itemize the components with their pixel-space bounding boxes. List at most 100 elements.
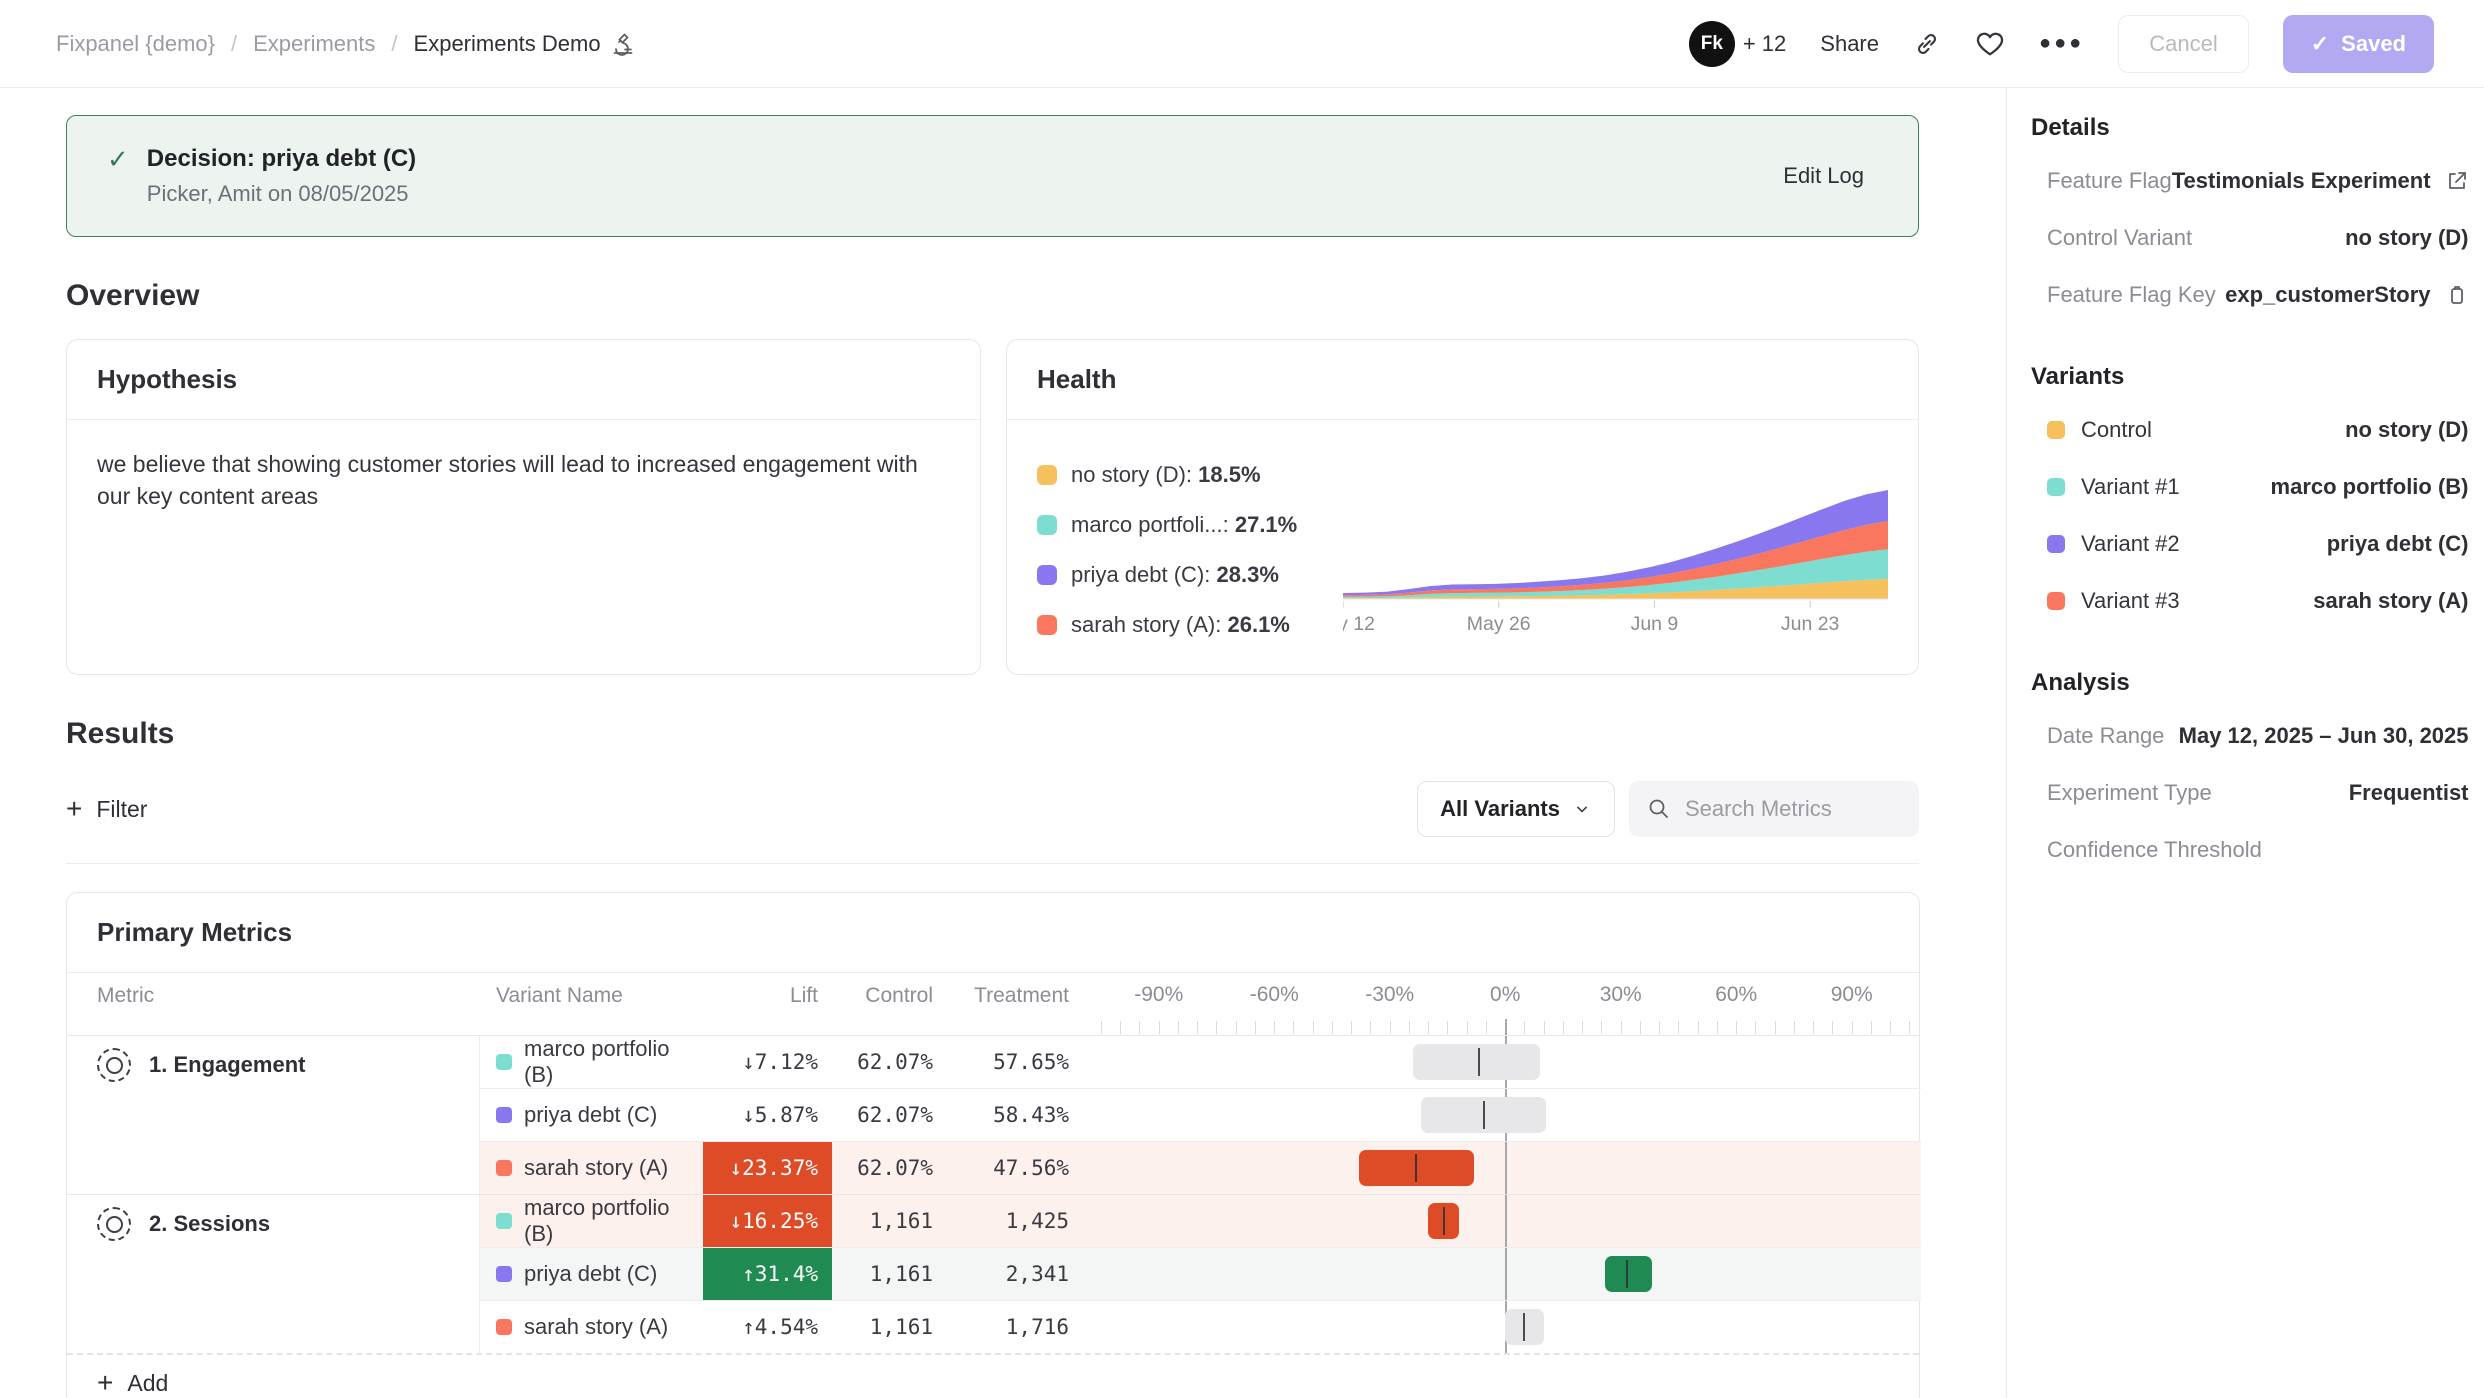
legend-item[interactable]: sarah story (A): 26.1% [1037,612,1343,638]
variant-cell: marco portfolio (B) [480,1036,703,1088]
search-metrics [1629,781,1919,837]
legend-item[interactable]: priya debt (C): 28.3% [1037,562,1343,588]
lift-marker [1478,1048,1480,1076]
analysis-row: Experiment TypeFrequentist [2031,764,2469,821]
variant-row[interactable]: sarah story (A)↓23.37%62.07%47.56% [480,1141,1921,1194]
more-options-icon[interactable]: ●●● [2039,32,2084,55]
variant-row[interactable]: marco portfolio (B)↓16.25%1,1611,425 [480,1195,1921,1247]
avatar[interactable]: Fk [1689,21,1735,67]
confidence-interval-cell [1101,1301,1921,1353]
decision-subtitle: Picker, Amit on 08/05/2025 [147,181,416,207]
legend-label: priya debt (C): 28.3% [1071,562,1279,588]
link-icon[interactable] [1913,30,1941,58]
legend-label: sarah story (A): 26.1% [1071,612,1290,638]
ruler-tick [1467,1021,1468,1034]
metric-group-rows: marco portfolio (B)↓16.25%1,1611,425priy… [480,1195,1921,1353]
variants-dropdown-label: All Variants [1440,796,1560,822]
breadcrumb-separator: / [231,31,237,57]
col-control: Control [832,984,947,1008]
health-chart-svg: May 12May 26Jun 9Jun 23 [1343,488,1888,638]
confidence-interval-bar [1413,1044,1540,1080]
analysis-label: Experiment Type [2047,780,2212,806]
variant-row[interactable]: priya debt (C)↑31.4%1,1612,341 [480,1247,1921,1300]
variant-row[interactable]: sarah story (A)↑4.54%1,1611,716 [480,1300,1921,1353]
add-filter-button[interactable]: + Filter [66,796,147,823]
metric-cell[interactable]: 2. Sessions [67,1195,480,1353]
variant-name: priya debt (C) [524,1102,657,1128]
breadcrumb-project[interactable]: Fixpanel {demo} [56,31,215,57]
col-variant-name: Variant Name [480,984,703,1008]
edit-log-button[interactable]: Edit Log [1783,163,1864,189]
lift-value: ↓23.37% [703,1142,832,1194]
control-value: 62.07% [832,1050,947,1074]
search-metrics-input[interactable] [1683,795,1897,823]
zero-line [1505,1019,1507,1035]
ruler-tick [1678,1021,1679,1034]
ruler-tick [1139,1021,1140,1034]
metrics-table-body: 1. Engagementmarco portfolio (B)↓7.12%62… [67,1035,1919,1353]
ruler-tick [1216,1021,1217,1034]
control-value: 1,161 [832,1209,947,1233]
variant-value: marco portfolio (B) [2271,474,2469,500]
confidence-interval-bar [1605,1256,1651,1292]
ruler-tick [1274,1021,1275,1034]
share-button[interactable]: Share [1820,31,1879,57]
treatment-value: 58.43% [947,1103,1077,1127]
ruler-tick [1755,1021,1756,1034]
add-metric-button[interactable]: + Add [67,1353,1919,1398]
variant-cell: marco portfolio (B) [480,1195,703,1247]
ruler-tick [1544,1021,1545,1034]
breadcrumb: Fixpanel {demo} / Experiments / Experime… [56,31,635,57]
control-value: 62.07% [832,1156,947,1180]
analysis-value: May 12, 2025 – Jun 30, 2025 [2179,723,2469,749]
ci-axis-tick-label: -60% [1250,983,1299,1007]
ruler-tick [1197,1021,1198,1034]
metric-cell[interactable]: 1. Engagement [67,1036,480,1194]
zero-line [1505,1195,1507,1247]
ruler-tick [1832,1021,1833,1034]
detail-value: exp_customerStory [2225,282,2468,308]
variant-slot: Variant #3 [2047,588,2180,614]
metric-name: 2. Sessions [149,1207,270,1237]
legend-item[interactable]: marco portfoli...: 27.1% [1037,512,1343,538]
variants-dropdown[interactable]: All Variants [1417,781,1615,837]
variant-cell: sarah story (A) [480,1155,703,1181]
legend-item[interactable]: no story (D): 18.5% [1037,462,1343,488]
variant-swatch [496,1160,512,1176]
variant-row[interactable]: priya debt (C)↓5.87%62.07%58.43% [480,1088,1921,1141]
ci-axis-tick-label: 60% [1715,983,1757,1007]
ci-axis-tick-label: 30% [1600,983,1642,1007]
analysis-section: Analysis Date RangeMay 12, 2025 – Jun 30… [2031,669,2469,878]
metric-group: 2. Sessions marco portfolio (B)↓16.25%1,1… [67,1194,1919,1353]
target-icon [97,1207,131,1241]
external-link-icon[interactable] [2445,169,2469,193]
detail-row: Feature Flag Keyexp_customerStory [2031,266,2469,323]
health-card: Health no story (D): 18.5%marco portfoli… [1006,339,1919,675]
ruler-tick [1120,1021,1121,1034]
ruler-tick [1601,1021,1602,1034]
breadcrumb-experiments[interactable]: Experiments [253,31,375,57]
variant-name: sarah story (A) [524,1155,668,1181]
saved-button[interactable]: ✓ Saved [2283,15,2434,73]
variant-row[interactable]: marco portfolio (B)↓7.12%62.07%57.65% [480,1036,1921,1088]
decision-title: Decision: priya debt (C) [147,145,416,173]
variant-slot-label: Variant #1 [2081,474,2180,500]
analysis-heading: Analysis [2031,669,2469,697]
ruler-tick [1909,1021,1910,1034]
collaborators[interactable]: Fk + 12 [1689,21,1786,67]
experiment-page: Fixpanel {demo} / Experiments / Experime… [0,0,2484,1398]
confidence-interval-cell [1101,1142,1921,1194]
hypothesis-card: Hypothesis we believe that showing custo… [66,339,981,675]
ruler-tick [1486,1021,1487,1034]
cancel-button[interactable]: Cancel [2118,15,2248,73]
results-toolbar: + Filter All Variants [66,781,1919,837]
x-axis-label: May 26 [1467,613,1531,635]
copy-icon[interactable] [2445,283,2469,307]
variant-swatch [2047,421,2065,439]
metric-group-rows: marco portfolio (B)↓7.12%62.07%57.65%pri… [480,1036,1921,1194]
primary-metrics-card: Primary Metrics Metric Variant Name Lift… [66,892,1920,1398]
add-filter-label: Filter [96,796,147,823]
variant-mapping-row: Controlno story (D) [2031,401,2469,458]
favorite-icon[interactable] [1975,29,2005,59]
hypothesis-body[interactable]: we believe that showing customer stories… [67,420,977,540]
